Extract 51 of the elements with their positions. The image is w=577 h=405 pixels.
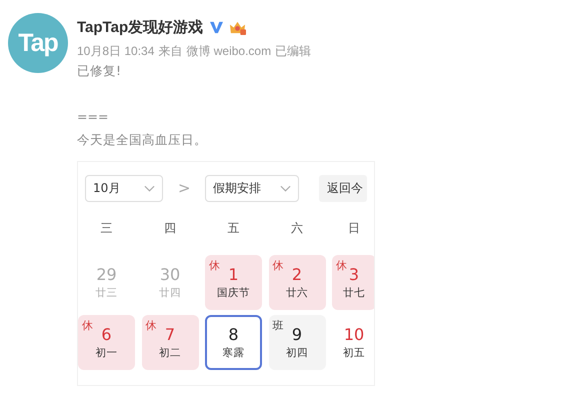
day-status-label: 班 bbox=[272, 318, 284, 333]
day-number: 6 bbox=[101, 325, 112, 344]
day-status-label: 休 bbox=[82, 318, 93, 333]
day-number: 1 bbox=[228, 265, 239, 284]
lunar-date: 国庆节 bbox=[217, 286, 250, 300]
lunar-date: 寒露 bbox=[222, 346, 244, 360]
day-status-label: 休 bbox=[146, 318, 156, 333]
weekday-label: 五 bbox=[226, 220, 240, 237]
source-label: 来自 bbox=[158, 43, 182, 59]
day-number: 3 bbox=[348, 265, 360, 284]
lunar-date: 初二 bbox=[159, 346, 181, 360]
lunar-date: 初一 bbox=[96, 346, 118, 360]
day-number: 8 bbox=[228, 325, 239, 344]
post-text: === bbox=[77, 108, 110, 126]
dropdown[interactable]: 10月 bbox=[85, 174, 163, 202]
day-number: 9 bbox=[292, 325, 302, 344]
weekday-label: 三 bbox=[100, 220, 114, 237]
day-number: 7 bbox=[164, 325, 176, 344]
day-cell[interactable]: 休 7 初二 bbox=[142, 315, 198, 370]
lunar-date: 廿七 bbox=[343, 286, 365, 300]
post-text: 今天是全国高血压日。 bbox=[77, 131, 208, 149]
day-cell[interactable]: 8 寒露 bbox=[205, 315, 262, 370]
weekday-label: 日 bbox=[347, 220, 361, 237]
post-text: 已修复! bbox=[77, 62, 122, 80]
lunar-date: 廿四 bbox=[159, 286, 181, 300]
day-cell[interactable]: 休 6 初一 bbox=[78, 315, 135, 370]
edited-label: 已编辑 bbox=[275, 43, 312, 59]
day-number: 2 bbox=[292, 265, 302, 284]
day-status-label: 休 bbox=[272, 258, 284, 273]
day-status-label: 休 bbox=[336, 258, 347, 273]
day-number: 30 bbox=[160, 265, 180, 284]
lunar-date: 初五 bbox=[343, 346, 365, 360]
day-number: 29 bbox=[96, 265, 117, 284]
today-button[interactable]: 返回今 bbox=[319, 174, 367, 202]
day-cell[interactable]: 休 2 廿六 bbox=[268, 255, 326, 310]
chevron-down-icon bbox=[280, 184, 291, 192]
lunar-date: 廿三 bbox=[96, 286, 118, 300]
weekday-label: 六 bbox=[290, 220, 304, 237]
day-cell[interactable]: 休 1 国庆节 bbox=[205, 255, 262, 310]
dropdown[interactable]: 假期安排 bbox=[205, 174, 299, 202]
verified-icon bbox=[209, 20, 224, 34]
weekday-label: 四 bbox=[163, 220, 177, 237]
author-name[interactable]: TapTap发现好游戏 bbox=[77, 18, 204, 36]
day-cell[interactable]: 班 9 初四 bbox=[268, 315, 326, 370]
chevron-down-icon bbox=[144, 184, 155, 192]
source-name: 微博 weibo.com bbox=[186, 43, 272, 59]
day-number: 10 bbox=[344, 325, 364, 344]
day-cell[interactable]: 10 初五 bbox=[332, 315, 374, 370]
lunar-date: 初四 bbox=[286, 346, 308, 360]
day-status-label: 休 bbox=[209, 258, 220, 273]
lunar-date: 廿六 bbox=[286, 286, 308, 300]
